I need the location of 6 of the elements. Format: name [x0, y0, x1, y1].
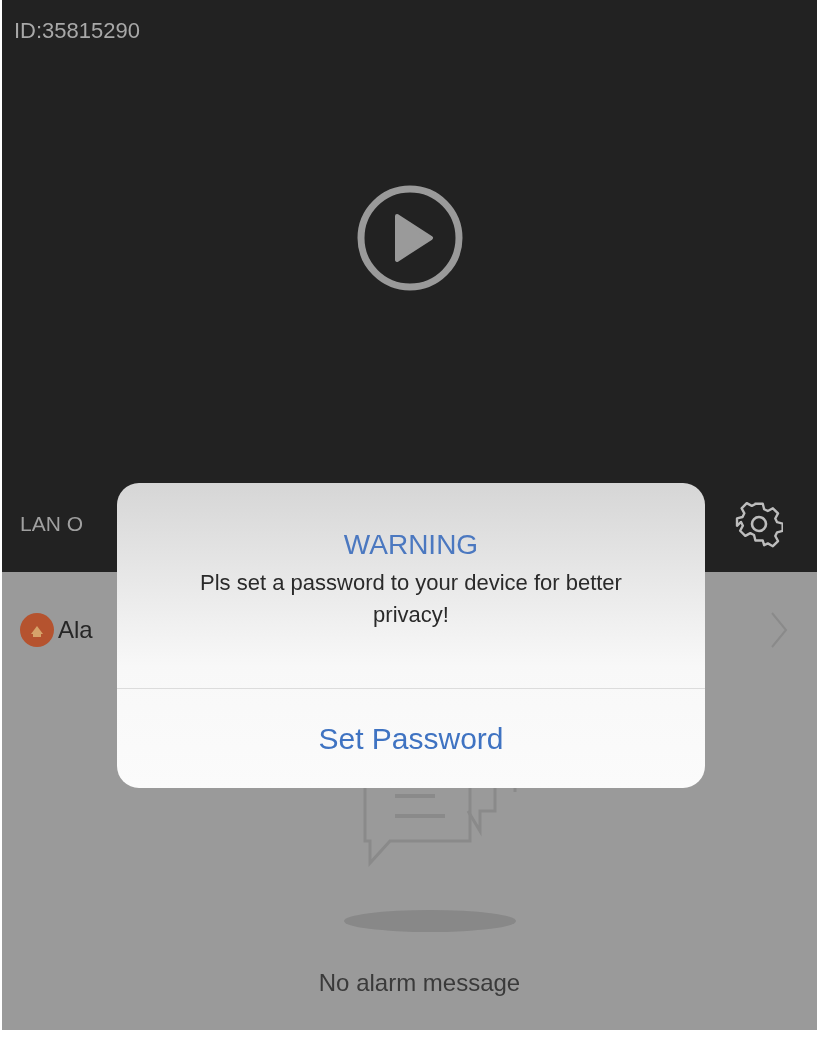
- empty-message: No alarm message: [318, 969, 521, 997]
- alarm-label: Ala: [58, 615, 93, 644]
- device-id: ID:35815290: [14, 18, 140, 43]
- dialog-title: WARNING: [343, 529, 479, 561]
- connection-status: LAN O: [20, 512, 84, 536]
- dialog-message: Pls set a password to your device for better privacy!: [199, 569, 623, 629]
